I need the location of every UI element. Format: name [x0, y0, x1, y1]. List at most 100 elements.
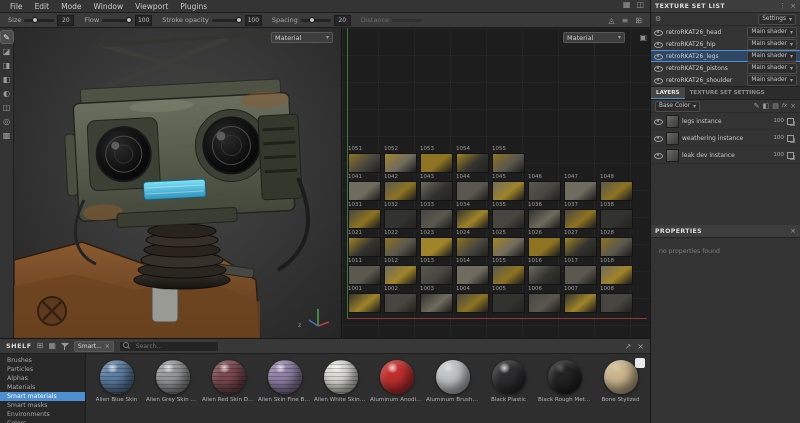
- tool-projection-icon[interactable]: ◨: [1, 59, 13, 71]
- visibility-eye-icon[interactable]: [654, 151, 663, 160]
- duplicate-instance-icon[interactable]: [787, 135, 794, 142]
- udim-tile[interactable]: 1016: [528, 258, 564, 286]
- dock-window-icon[interactable]: ◫: [636, 1, 644, 9]
- udim-tile[interactable]: 1027: [564, 230, 600, 258]
- option-slider[interactable]: [301, 19, 331, 22]
- udim-tile[interactable]: 1003: [420, 286, 456, 314]
- tool-polygon-fill-icon[interactable]: ◧: [1, 73, 13, 85]
- udim-tile[interactable]: 1035: [492, 202, 528, 230]
- tool-quick-mask-icon[interactable]: ▩: [1, 129, 13, 141]
- udim-tile[interactable]: 1007: [564, 286, 600, 314]
- search-input[interactable]: [134, 342, 215, 351]
- texture-set-row[interactable]: retroRKAT26_hipMain shader▾: [651, 38, 800, 50]
- texture-set-row[interactable]: retroRKAT26_legsMain shader▾: [651, 50, 800, 62]
- udim-tile[interactable]: 1024: [456, 230, 492, 258]
- partial-asset-swatch[interactable]: [635, 358, 645, 368]
- add-effect-icon[interactable]: fx: [782, 103, 787, 109]
- duplicate-instance-icon[interactable]: [787, 118, 794, 125]
- visibility-eye-icon[interactable]: [654, 117, 663, 126]
- udim-tile[interactable]: 1002: [384, 286, 420, 314]
- grid-snap-icon[interactable]: ⊞: [635, 16, 642, 25]
- viewport-3d[interactable]: Material ▾ z: [14, 28, 341, 338]
- shelf-category-smart-masks[interactable]: Smart masks: [0, 401, 85, 410]
- visibility-eye-icon[interactable]: [654, 134, 663, 143]
- material-card[interactable]: Black Plastic: [482, 357, 535, 421]
- close-panel-icon[interactable]: ×: [790, 2, 796, 10]
- udim-tile[interactable]: 1028: [600, 230, 636, 258]
- shader-combo[interactable]: Main shader▾: [747, 75, 797, 86]
- udim-tile[interactable]: 1037: [564, 202, 600, 230]
- udim-tile[interactable]: 1047: [564, 174, 600, 202]
- list-view-icon[interactable]: ▦: [48, 342, 56, 350]
- menu-plugins[interactable]: Plugins: [174, 2, 213, 11]
- layer-row[interactable]: weathering instance100: [651, 130, 800, 147]
- shader-combo[interactable]: Main shader▾: [747, 63, 797, 74]
- udim-tile[interactable]: 1023: [420, 230, 456, 258]
- material-card[interactable]: Black Rough Metal D...: [538, 357, 591, 421]
- material-card[interactable]: Alien Skin Fine Bump: [258, 357, 311, 421]
- material-card[interactable]: Aluminum Anodized...: [370, 357, 423, 421]
- close-shelf-icon[interactable]: ×: [637, 342, 644, 351]
- texture-set-row[interactable]: retroRKAT26_headMain shader▾: [651, 26, 800, 38]
- udim-tile[interactable]: 1021: [348, 230, 384, 258]
- layout-grid-icon[interactable]: ▦: [623, 1, 631, 9]
- udim-tile[interactable]: 1015: [492, 258, 528, 286]
- shader-combo[interactable]: Main shader▾: [747, 27, 797, 38]
- gear-icon[interactable]: ⚙: [655, 15, 661, 23]
- layer-opacity-value[interactable]: 100: [773, 118, 784, 124]
- view2d-shader-combo[interactable]: Material ▾: [563, 32, 625, 43]
- udim-tile[interactable]: 1042: [384, 174, 420, 202]
- layer-opacity-value[interactable]: 100: [773, 152, 784, 158]
- shelf-category-environments[interactable]: Environments: [0, 410, 85, 419]
- udim-tile[interactable]: 1017: [564, 258, 600, 286]
- fit-view-icon[interactable]: ▣: [639, 33, 647, 42]
- tool-smudge-icon[interactable]: ◐: [1, 87, 13, 99]
- texture-set-row[interactable]: retroRKAT26_pistonsMain shader▾: [651, 62, 800, 74]
- menu-window[interactable]: Window: [88, 2, 130, 11]
- slider-knob[interactable]: [32, 17, 38, 23]
- material-card[interactable]: Aluminum Brushed...: [426, 357, 479, 421]
- shelf-category-materials[interactable]: Materials: [0, 383, 85, 392]
- visibility-eye-icon[interactable]: [654, 76, 663, 85]
- delete-layer-icon[interactable]: ×: [790, 102, 796, 110]
- udim-tile[interactable]: 1053: [420, 146, 456, 174]
- close-panel-icon[interactable]: ×: [790, 227, 796, 235]
- tab-layers[interactable]: LAYERS: [651, 87, 685, 99]
- udim-tile[interactable]: 1011: [348, 258, 384, 286]
- option-value[interactable]: 100: [245, 15, 262, 26]
- duplicate-instance-icon[interactable]: [787, 152, 794, 159]
- material-card[interactable]: Alien Blue Skin: [90, 357, 143, 421]
- udim-tile[interactable]: 1025: [492, 230, 528, 258]
- menu-file[interactable]: File: [4, 2, 29, 11]
- navigation-gizmo[interactable]: z: [305, 304, 331, 330]
- udim-tile[interactable]: 1034: [456, 202, 492, 230]
- menu-edit[interactable]: Edit: [29, 2, 56, 11]
- slider-knob[interactable]: [309, 17, 315, 23]
- shelf-category-colors[interactable]: Colors: [0, 419, 85, 423]
- shelf-category-particles[interactable]: Particles: [0, 365, 85, 374]
- option-value[interactable]: 20: [57, 15, 74, 26]
- settings-dropdown[interactable]: Settings ▾: [758, 14, 796, 25]
- layer-row[interactable]: legs instance100: [651, 113, 800, 130]
- tool-eraser-icon[interactable]: ◪: [1, 45, 13, 57]
- material-card[interactable]: Alien White Skin Veined: [314, 357, 367, 421]
- udim-tile[interactable]: 1052: [384, 146, 420, 174]
- menu-mode[interactable]: Mode: [55, 2, 87, 11]
- udim-tile[interactable]: 1013: [420, 258, 456, 286]
- udim-tile[interactable]: 1051: [348, 146, 384, 174]
- udim-tile[interactable]: 1041: [348, 174, 384, 202]
- add-folder-icon[interactable]: ▤: [772, 102, 779, 110]
- material-card[interactable]: Alien Grey Skin Bump: [146, 357, 199, 421]
- udim-tile[interactable]: 1031: [348, 202, 384, 230]
- udim-tile[interactable]: 1004: [456, 286, 492, 314]
- udim-tile[interactable]: 1001: [348, 286, 384, 314]
- visibility-eye-icon[interactable]: [654, 64, 663, 73]
- slider-knob[interactable]: [236, 17, 242, 23]
- layer-row[interactable]: leak dev instance100: [651, 147, 800, 164]
- udim-tile[interactable]: 1055: [492, 146, 528, 174]
- option-slider[interactable]: [24, 19, 54, 22]
- udim-tile[interactable]: 1008: [600, 286, 636, 314]
- shelf-category-alphas[interactable]: Alphas: [0, 374, 85, 383]
- view3d-shader-combo[interactable]: Material ▾: [271, 32, 333, 43]
- udim-tile[interactable]: 1046: [528, 174, 564, 202]
